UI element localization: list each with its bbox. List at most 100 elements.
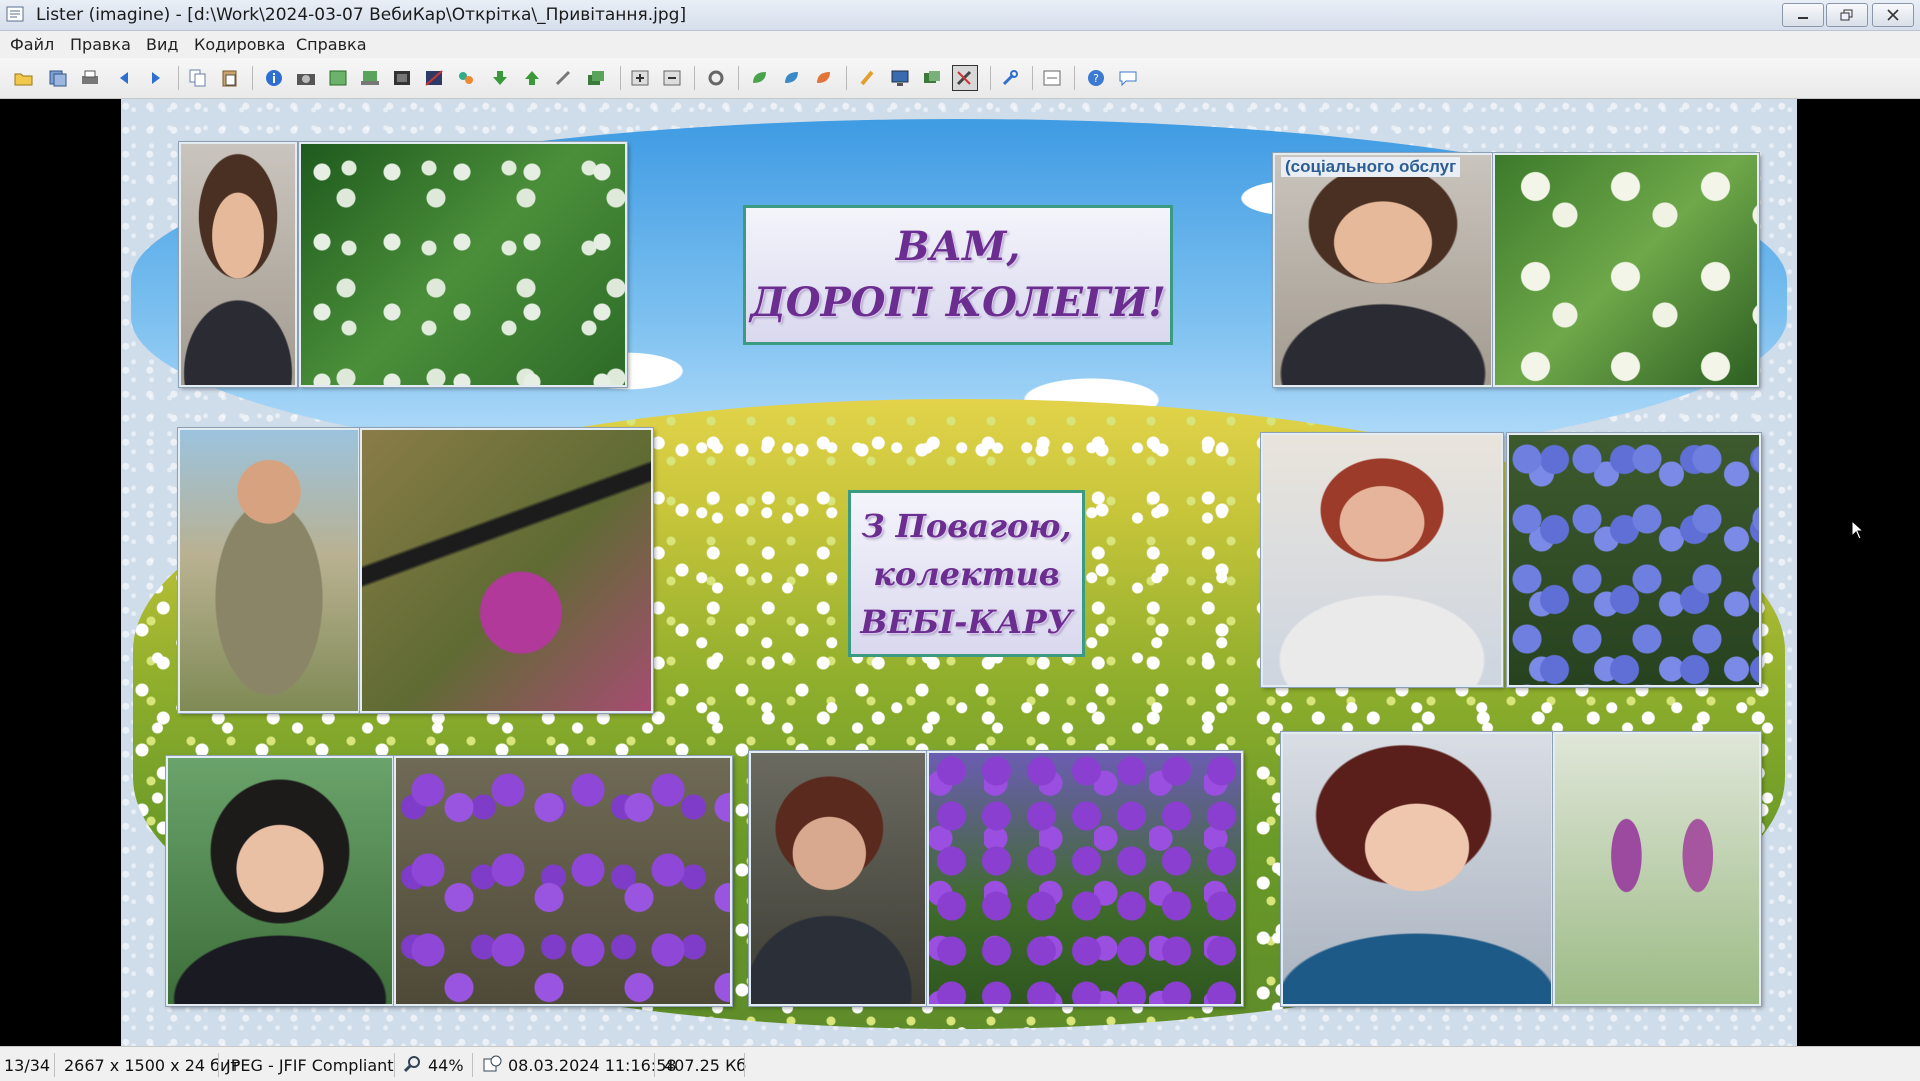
file-date-icon — [483, 1055, 502, 1072]
edit-icon — [956, 70, 972, 86]
greeting-line-2: ДОРОГІ КОЛЕГИ! — [750, 279, 1166, 326]
mouse-cursor-icon — [1851, 520, 1865, 540]
portrait-photo — [178, 428, 360, 713]
portrait-photo — [166, 756, 394, 1006]
portrait-photo — [1261, 433, 1503, 687]
greeting-card-image: ВАМ, ДОРОГІ КОЛЕГИ! (соціального обслуг … — [121, 99, 1797, 1046]
settings-button[interactable] — [704, 66, 728, 90]
arrow-up-icon — [525, 71, 539, 85]
close-button[interactable] — [1872, 3, 1914, 27]
portrait-photo: (соціального обслуг — [1273, 153, 1493, 387]
info-button[interactable] — [262, 66, 286, 90]
menu-view[interactable]: Вид — [146, 35, 178, 54]
crop-icon — [425, 70, 443, 86]
status-format: JPEG - JFIF Compliant — [226, 1056, 394, 1075]
paste-icon — [222, 70, 237, 87]
toolbar-separator — [694, 66, 695, 90]
move-up-button[interactable] — [520, 66, 544, 90]
help-button[interactable]: ? — [1084, 66, 1108, 90]
zoom-in-button[interactable] — [628, 66, 652, 90]
camera-button[interactable] — [294, 66, 318, 90]
status-separator — [394, 1053, 395, 1077]
forward-button[interactable] — [144, 66, 168, 90]
options-button[interactable] — [1040, 66, 1064, 90]
app-icon — [6, 6, 24, 22]
paste-button[interactable] — [218, 66, 242, 90]
restore-icon — [1840, 9, 1853, 21]
monitor-button[interactable] — [888, 66, 912, 90]
zoom-icon — [404, 1056, 420, 1073]
flower-photo — [1493, 153, 1759, 387]
save-button[interactable] — [46, 66, 70, 90]
status-separator — [744, 1053, 745, 1077]
status-zoom: 44% — [428, 1056, 464, 1075]
layers-icon — [588, 71, 604, 85]
restore-button[interactable] — [1826, 3, 1868, 27]
move-down-button[interactable] — [488, 66, 512, 90]
minimize-icon — [1798, 17, 1808, 19]
image-viewer[interactable]: ВАМ, ДОРОГІ КОЛЕГИ! (соціального обслуг … — [0, 99, 1920, 1046]
status-datetime: 08.03.2024 11:16:58 — [508, 1056, 677, 1075]
scan-button[interactable] — [358, 66, 382, 90]
settings-icon — [708, 70, 724, 86]
open-button[interactable] — [12, 66, 36, 90]
rotate-right-button[interactable] — [780, 66, 804, 90]
brush-button[interactable] — [856, 66, 880, 90]
zoom-in-icon — [631, 70, 649, 86]
window-title: Lister (imagine) - [d:\Work\2024-03-07 В… — [36, 5, 687, 25]
flower-photo — [394, 756, 732, 1006]
toolbar-separator — [1074, 66, 1075, 90]
flip-button[interactable] — [812, 66, 836, 90]
layers-button[interactable] — [584, 66, 608, 90]
menu-edit[interactable]: Правка — [70, 35, 131, 54]
zoom-out-icon — [663, 70, 681, 86]
flower-photo — [1507, 433, 1761, 687]
frame-button[interactable] — [390, 66, 414, 90]
crop-button[interactable] — [422, 66, 446, 90]
menu-file[interactable]: Файл — [10, 35, 54, 54]
status-separator — [654, 1053, 655, 1077]
toolbar-separator — [738, 66, 739, 90]
leaf3-icon — [817, 72, 830, 83]
portrait-photo — [179, 142, 297, 387]
frame-icon — [394, 71, 410, 85]
effects-button[interactable] — [454, 66, 478, 90]
tool-button[interactable] — [552, 66, 576, 90]
butterfly-photo — [360, 428, 653, 713]
copy-button[interactable] — [186, 66, 210, 90]
open-icon — [14, 73, 33, 86]
menu-encoding[interactable]: Кодировка — [194, 35, 285, 54]
help-icon: ? — [1088, 70, 1104, 86]
leaf-icon — [753, 72, 766, 83]
arrow-down-icon — [493, 71, 507, 85]
fit-button[interactable] — [326, 66, 350, 90]
comment-button[interactable] — [1116, 66, 1140, 90]
leaf2-icon — [785, 72, 798, 83]
signature-text-box: З Повагою, колектив ВЕБІ-КАРУ — [848, 490, 1085, 657]
info-icon — [266, 70, 282, 86]
greeting-text-box: ВАМ, ДОРОГІ КОЛЕГИ! — [743, 205, 1173, 345]
close-icon — [1887, 9, 1899, 21]
flower-photo — [1553, 732, 1761, 1006]
toolbar-separator — [178, 66, 179, 90]
print-icon — [82, 70, 98, 84]
edit-button[interactable] — [952, 65, 978, 91]
signature-line-2: колектив — [873, 554, 1060, 593]
rotate-left-button[interactable] — [748, 66, 772, 90]
wrench-icon — [1002, 70, 1018, 86]
minimize-button[interactable] — [1782, 3, 1824, 27]
portrait-photo — [749, 751, 927, 1006]
slideshow-button[interactable] — [920, 66, 944, 90]
print-button[interactable] — [78, 66, 102, 90]
status-separator — [472, 1053, 473, 1077]
signature-line-1: З Повагою, — [861, 506, 1072, 545]
wrench-button[interactable] — [998, 66, 1022, 90]
copy-icon — [189, 69, 206, 87]
status-separator — [218, 1053, 219, 1077]
zoom-out-button[interactable] — [660, 66, 684, 90]
menu-help[interactable]: Справка — [296, 35, 367, 54]
back-button[interactable] — [112, 66, 136, 90]
toolbar: ? — [0, 58, 1920, 99]
back-icon — [120, 72, 128, 84]
toolbar-separator — [620, 66, 621, 90]
